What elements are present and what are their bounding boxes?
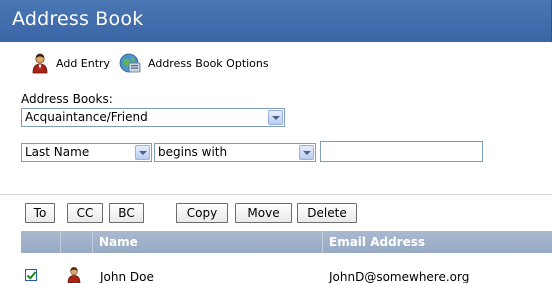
row-email[interactable]: JohnD@somewhere.org — [329, 270, 469, 283]
address-book-options-button[interactable]: Address Book Options — [118, 52, 269, 74]
toolbar: Add Entry Address Book Options — [0, 48, 552, 78]
delete-button[interactable]: Delete — [297, 203, 357, 223]
bc-button[interactable]: BC — [109, 203, 144, 223]
column-name-label: Name — [99, 235, 138, 249]
copy-button[interactable]: Copy — [176, 203, 228, 223]
column-icon-header — [61, 231, 93, 253]
row-name: John Doe — [100, 270, 154, 283]
table-header: Name Email Address — [21, 231, 552, 253]
search-operator-selected-value: begins with — [158, 145, 228, 159]
address-books-label: Address Books: — [21, 92, 113, 106]
chevron-down-icon[interactable] — [135, 145, 150, 160]
address-book-select[interactable]: Acquaintance/Friend — [21, 108, 285, 127]
title-bar: Address Book — [0, 0, 552, 42]
to-button[interactable]: To — [25, 203, 55, 223]
column-name-header[interactable]: Name — [93, 231, 323, 253]
column-email-label: Email Address — [329, 235, 426, 249]
cc-button[interactable]: CC — [67, 203, 103, 223]
address-book-selected-value: Acquaintance/Friend — [25, 110, 148, 124]
search-operator-select[interactable]: begins with — [154, 143, 316, 162]
chevron-down-icon[interactable] — [268, 110, 283, 125]
person-icon — [30, 52, 50, 74]
add-entry-button[interactable]: Add Entry — [30, 52, 110, 74]
column-checkbox-header — [21, 231, 61, 253]
table-row[interactable]: John Doe JohnD@somewhere.org — [21, 266, 552, 283]
row-checkbox[interactable] — [25, 269, 37, 281]
chevron-down-icon[interactable] — [299, 145, 314, 160]
address-book-options-icon — [118, 52, 142, 74]
person-icon — [66, 266, 82, 283]
window-title: Address Book — [12, 8, 144, 30]
search-field-selected-value: Last Name — [25, 145, 90, 159]
search-field-select[interactable]: Last Name — [21, 143, 152, 162]
address-book-options-label: Address Book Options — [148, 56, 269, 70]
divider — [0, 194, 552, 195]
move-button[interactable]: Move — [235, 203, 292, 223]
add-entry-label: Add Entry — [56, 56, 111, 70]
search-input[interactable] — [320, 141, 483, 162]
column-email-header[interactable]: Email Address — [323, 231, 552, 253]
